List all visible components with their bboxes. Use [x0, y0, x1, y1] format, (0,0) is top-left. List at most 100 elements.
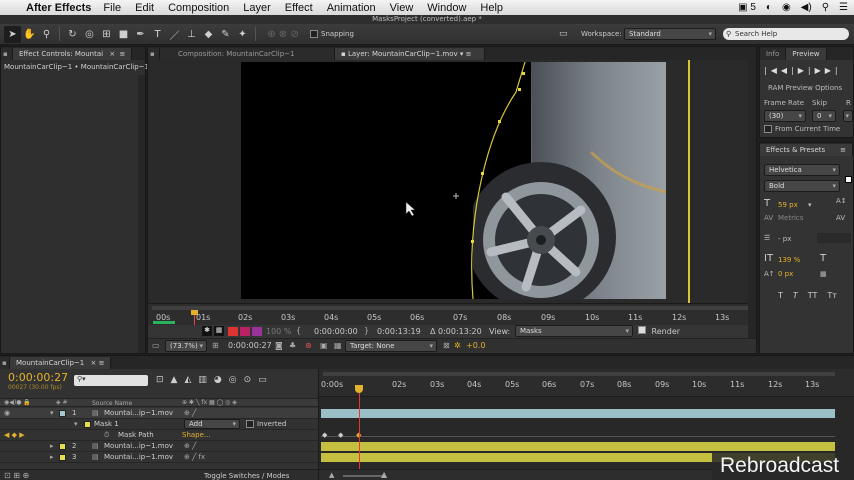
menu-view[interactable]: View	[390, 2, 414, 14]
exposure-value[interactable]: +0.0	[466, 341, 485, 350]
graph-editor-icon[interactable]: ◎	[229, 375, 244, 385]
render-checkbox[interactable]	[638, 326, 646, 334]
layer-switches[interactable]: ⊕ ╱ fx	[184, 453, 205, 461]
exposure-icon[interactable]: ✲	[454, 341, 461, 350]
current-time-indicator[interactable]	[359, 393, 360, 480]
tab-composition[interactable]: Composition: MountainCarClip~1	[160, 48, 335, 60]
tab-preview[interactable]: Preview	[786, 48, 827, 60]
panel-menu-icon[interactable]: ≡	[840, 144, 846, 156]
panel-menu-icon[interactable]: ≡	[99, 359, 105, 367]
work-area-bar[interactable]	[323, 372, 835, 376]
comp-mini-flowchart-icon[interactable]: ⊡	[156, 375, 171, 385]
layer-frame[interactable]	[241, 62, 666, 299]
workspace-dropdown[interactable]: Standard	[624, 28, 716, 40]
toggle-switches-modes-button[interactable]: Toggle Switches / Modes	[204, 472, 289, 480]
faux-bold-button[interactable]: T	[778, 291, 783, 300]
layer-switches[interactable]: ⊕ ╱	[184, 409, 196, 417]
roto-brush-tool-icon[interactable]: ✎	[217, 26, 234, 43]
mask-color-icon[interactable]	[240, 327, 250, 336]
view-dropdown[interactable]: Masks	[515, 325, 633, 337]
font-family-dropdown[interactable]: Helvetica	[764, 164, 840, 176]
spotlight-icon[interactable]: ⚲	[822, 2, 829, 13]
out-point[interactable]: 0:00:13:19	[377, 327, 421, 336]
table-row[interactable]: ▸ 2 ▤ Mountai...ip~1.mov ⊕ ╱	[0, 441, 318, 452]
menu-edit[interactable]: Edit	[135, 2, 154, 14]
layer-switches[interactable]: ⊕ ╱	[184, 442, 196, 450]
expand-arrow-icon[interactable]: ▸	[50, 442, 54, 450]
vertical-scale-value[interactable]: 139 %	[778, 256, 800, 264]
snapping-checkbox[interactable]	[310, 30, 318, 38]
tab-effects-presets[interactable]: Effects & Presets ≡	[760, 144, 853, 156]
viewer-scrollbar[interactable]	[748, 60, 756, 338]
mask-row[interactable]: ▾ Mask 1 Add Inverted	[0, 419, 318, 430]
layer-name[interactable]: Mountai...ip~1.mov	[104, 409, 173, 417]
prev-frame-icon[interactable]: ◀|	[781, 66, 798, 75]
panel-grip-icon[interactable]: ▪	[0, 357, 10, 369]
zoom-tool-icon[interactable]: ⚲	[38, 26, 55, 43]
stopwatch-icon[interactable]: ⏱	[104, 431, 109, 440]
brainstorm-icon[interactable]: ⊙	[244, 375, 259, 385]
kerning-value[interactable]: Metrics	[778, 214, 803, 222]
small-caps-button[interactable]: Tт	[827, 291, 837, 300]
dropdown-arrow-icon[interactable]: ▾	[808, 201, 812, 209]
zoom-slider[interactable]	[343, 475, 383, 477]
layer-label-swatch[interactable]	[59, 443, 66, 450]
next-frame-icon[interactable]: |▶	[808, 66, 825, 75]
show-snapshot-icon[interactable]: ♣	[289, 341, 296, 350]
magnification-dropdown[interactable]: (73.7%)	[165, 340, 207, 352]
panel-grip-icon[interactable]: ▪	[148, 48, 160, 60]
last-frame-icon[interactable]: ▶|	[825, 66, 842, 75]
mask-path-value[interactable]: Shape...	[182, 431, 211, 439]
shy-icon[interactable]: ◭	[184, 375, 198, 385]
clone-tool-icon[interactable]: ⊥	[183, 26, 200, 43]
current-time-indicator-handle[interactable]	[355, 385, 363, 393]
zoom-out-icon[interactable]: ▲	[329, 471, 334, 479]
frame-blending-icon[interactable]: ▥	[198, 375, 214, 385]
close-icon[interactable]: ×	[109, 50, 115, 58]
panel-menu-icon[interactable]: ≡	[466, 50, 472, 58]
leading-value[interactable]: - px	[778, 235, 791, 243]
menu-composition[interactable]: Composition	[168, 2, 229, 14]
menu-animation[interactable]: Animation	[327, 2, 376, 14]
ram-preview-options[interactable]: RAM Preview Options	[768, 84, 842, 92]
selection-tool-icon[interactable]: ➤	[4, 25, 21, 43]
layer-label-swatch[interactable]	[59, 410, 66, 417]
channel-icon[interactable]	[252, 327, 262, 336]
layer-time-ruler[interactable]: 00s 01s 02s 03s 04s 05s 06s 07s 08s 09s …	[148, 303, 756, 325]
fill-color-swatch[interactable]	[845, 176, 852, 183]
pan-behind-tool-icon[interactable]: ⊞	[98, 26, 115, 43]
set-in-icon[interactable]: {	[296, 326, 301, 335]
mask-mode-dropdown[interactable]: Add	[184, 419, 240, 429]
panel-grip-icon[interactable]: ▪	[1, 48, 13, 60]
mask-name[interactable]: Mask 1	[94, 420, 119, 428]
auto-keyframe-icon[interactable]: ▭	[258, 375, 274, 385]
axis-mode-icons[interactable]: ⊕ ⊗ ⊘	[260, 26, 306, 43]
timeline-timecode[interactable]: 0:00:00:27	[8, 371, 68, 384]
mask-path-row[interactable]: ◀ ◆ ▶ ⏱ Mask Path Shape...	[0, 430, 318, 441]
font-style-dropdown[interactable]: Bold	[764, 180, 840, 192]
menu-effect[interactable]: Effect	[285, 2, 313, 14]
from-current-time-checkbox[interactable]	[764, 125, 772, 133]
play-icon[interactable]: ▶	[798, 66, 808, 75]
region-of-interest-icon[interactable]: ▣	[320, 341, 328, 350]
list-icon[interactable]: ☰	[839, 2, 848, 13]
mask-color-swatch[interactable]	[84, 421, 91, 428]
skip-dropdown[interactable]: 0	[812, 110, 836, 122]
brush-tool-icon[interactable]: ／	[166, 26, 183, 43]
always-preview-icon[interactable]: ▭	[152, 341, 160, 350]
all-caps-button[interactable]: TT	[808, 291, 818, 300]
tab-dropdown-icon[interactable]: ▾	[460, 50, 464, 58]
solo-icon[interactable]: ✱	[202, 326, 212, 336]
set-out-icon[interactable]: }	[364, 326, 369, 335]
table-row[interactable]: ◉ ▾ 1 ▤ Mountai...ip~1.mov ⊕ ╱	[0, 408, 318, 419]
font-size-value[interactable]: 59 px	[778, 201, 798, 209]
work-area-bar[interactable]	[152, 306, 752, 310]
expand-arrow-icon[interactable]: ▾	[50, 409, 54, 417]
snapping-toggle[interactable]: Snapping	[310, 30, 354, 38]
transparency-grid-icon[interactable]: ▦	[214, 326, 224, 336]
stroke-width-field[interactable]	[817, 233, 851, 243]
tab-effect-controls[interactable]: Effect Controls: Mountai × ≡	[13, 48, 133, 60]
first-frame-icon[interactable]: |◀	[764, 66, 781, 75]
layer-name[interactable]: Mountai...ip~1.mov	[104, 442, 173, 450]
inverted-checkbox[interactable]	[246, 420, 254, 428]
